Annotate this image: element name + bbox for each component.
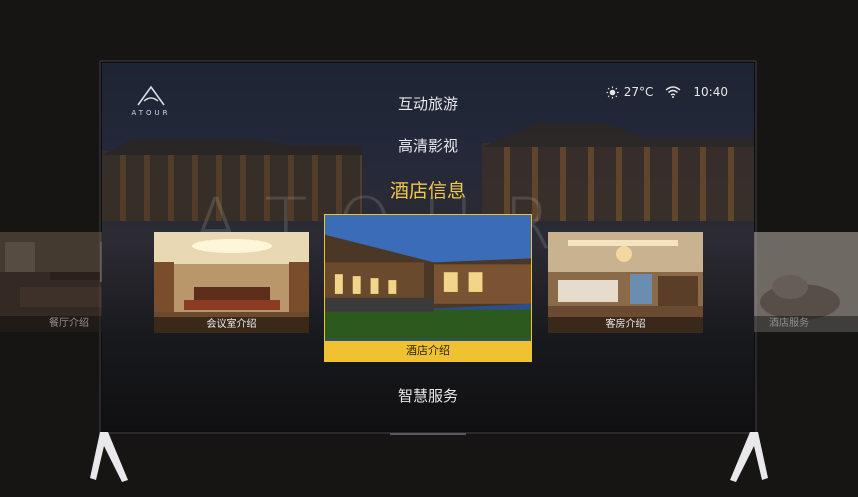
carousel-card-hotel-intro[interactable]: 酒店介绍 [324,214,532,362]
card-label: 客房介绍 [548,317,703,333]
carousel-card-meeting-room[interactable]: 会议室介绍 [154,232,309,333]
menu-item-smart-service[interactable]: 智慧服务 [102,385,754,406]
menu-item-interactive-travel[interactable]: 互动旅游 [102,93,754,114]
carousel-card-guest-room[interactable]: 客房介绍 [548,232,703,333]
menu-item-hotel-info[interactable]: 酒店信息 [102,176,754,203]
tv-screen: ATOUR ATOUR 27°C 1 [102,63,754,431]
tv-stand-right [730,432,768,482]
card-label: 会议室介绍 [154,317,309,333]
tv-power-indicator [390,433,466,435]
card-label: 酒店介绍 [325,341,531,361]
menu-item-hd-movies[interactable]: 高清影视 [102,135,754,156]
hotel-exterior-image [325,215,531,361]
tv-stand-left [90,432,128,482]
